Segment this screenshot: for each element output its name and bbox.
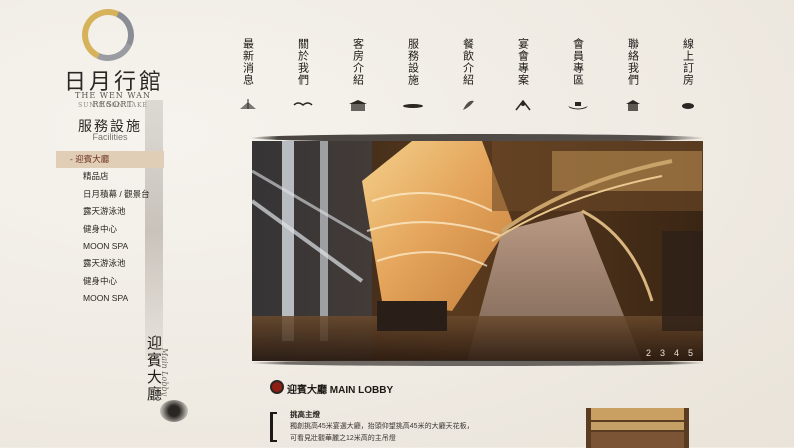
nav-item-members[interactable]: 會員專區 (558, 38, 598, 112)
nav-item-about[interactable]: 關於我們 (283, 38, 323, 112)
pavilion-icon (622, 96, 644, 111)
menu-item[interactable]: 露天游泳池 (56, 255, 164, 272)
menu-item[interactable]: 露天游泳池 (56, 203, 164, 220)
nav-item-rooms[interactable]: 客房介紹 (338, 38, 378, 112)
content-title: 迎賓大廳 MAIN LOBBY (287, 385, 394, 396)
thumbnail-photo (586, 408, 689, 448)
leaf-icon (457, 96, 479, 110)
flower-icon (512, 96, 534, 111)
section-subtitle: Facilities (92, 132, 128, 142)
paragraph-line: 獨創挑高45米宴選大廳，抬頭仰望挑高45米的大廳天花板， (290, 423, 474, 430)
vertical-section-subtitle: Main Lobby (160, 348, 169, 397)
pager-page[interactable]: 2 (646, 348, 651, 358)
nav-label: 聯絡我們 (626, 38, 640, 86)
menu-item[interactable]: MOON SPA (56, 238, 164, 255)
ink-dot-icon (677, 96, 699, 109)
brush-stroke-icon (402, 96, 424, 108)
red-seal-icon (270, 380, 284, 394)
ink-border-bottom (250, 360, 705, 366)
menu-item[interactable]: 迎賓大廳 (56, 151, 164, 169)
vertical-section-title: 迎賓大廳 (145, 335, 163, 403)
paragraph-body: 獨創挑高45米宴選大廳，抬頭仰望挑高45米的大廳天花板， 可看見壯觀華麗之12米… (290, 421, 540, 445)
nav-label: 餐飲介紹 (461, 38, 475, 86)
slideshow-pager: 2 3 4 5 (646, 348, 693, 358)
bird-icon (292, 96, 314, 108)
lobby-thumbnail-image[interactable] (586, 408, 689, 448)
nav-item-news[interactable]: 最新消息 (228, 38, 268, 112)
pager-page[interactable]: 3 (660, 348, 665, 358)
nav-item-facilities[interactable]: 服務設施 (393, 38, 433, 112)
left-sidebar: 日月行館 THE WEN WAN RESORT SUN MOON LAKE 服務… (0, 0, 200, 447)
pager-page[interactable]: 5 (688, 348, 693, 358)
menu-item[interactable]: MOON SPA (56, 290, 164, 307)
pager-page[interactable]: 4 (674, 348, 679, 358)
lobby-photo-slideshow[interactable]: 2 3 4 5 (252, 141, 703, 361)
logo-ring-icon[interactable] (74, 1, 142, 69)
house-icon (347, 96, 369, 111)
bracket-decoration (270, 412, 277, 442)
lobby-photo (252, 141, 703, 361)
nav-label: 線上訂房 (681, 38, 695, 86)
boat-icon (567, 96, 589, 110)
menu-item[interactable]: 健身中心 (56, 273, 164, 290)
nav-item-booking[interactable]: 線上訂房 (668, 38, 708, 112)
ink-blot-icon (160, 400, 188, 422)
lotus-icon (237, 96, 259, 109)
nav-label: 最新消息 (241, 38, 255, 86)
nav-label: 服務設施 (406, 38, 420, 86)
menu-item[interactable]: 健身中心 (56, 221, 164, 238)
facilities-menu: 迎賓大廳 精品店 日月積幕 / 觀景台 露天游泳池 健身中心 MOON SPA … (56, 151, 164, 308)
nav-item-banquet[interactable]: 宴會專案 (503, 38, 543, 112)
menu-item[interactable]: 精品店 (56, 168, 164, 185)
paragraph-heading: 挑高主燈 (290, 410, 320, 419)
nav-label: 客房介紹 (351, 38, 365, 86)
nav-item-dining[interactable]: 餐飲介紹 (448, 38, 488, 112)
nav-item-contact[interactable]: 聯絡我們 (613, 38, 653, 112)
nav-label: 會員專區 (571, 38, 585, 86)
paragraph-line: 可看見壯觀華麗之12米高的主吊燈 (290, 435, 396, 442)
nav-label: 宴會專案 (516, 38, 530, 86)
nav-label: 關於我們 (296, 38, 310, 86)
top-navigation: 最新消息 關於我們 客房介紹 服務設施 餐飲介紹 宴會專案 會員專區 聯絡我們 … (228, 38, 708, 112)
menu-item[interactable]: 日月積幕 / 觀景台 (56, 186, 164, 203)
